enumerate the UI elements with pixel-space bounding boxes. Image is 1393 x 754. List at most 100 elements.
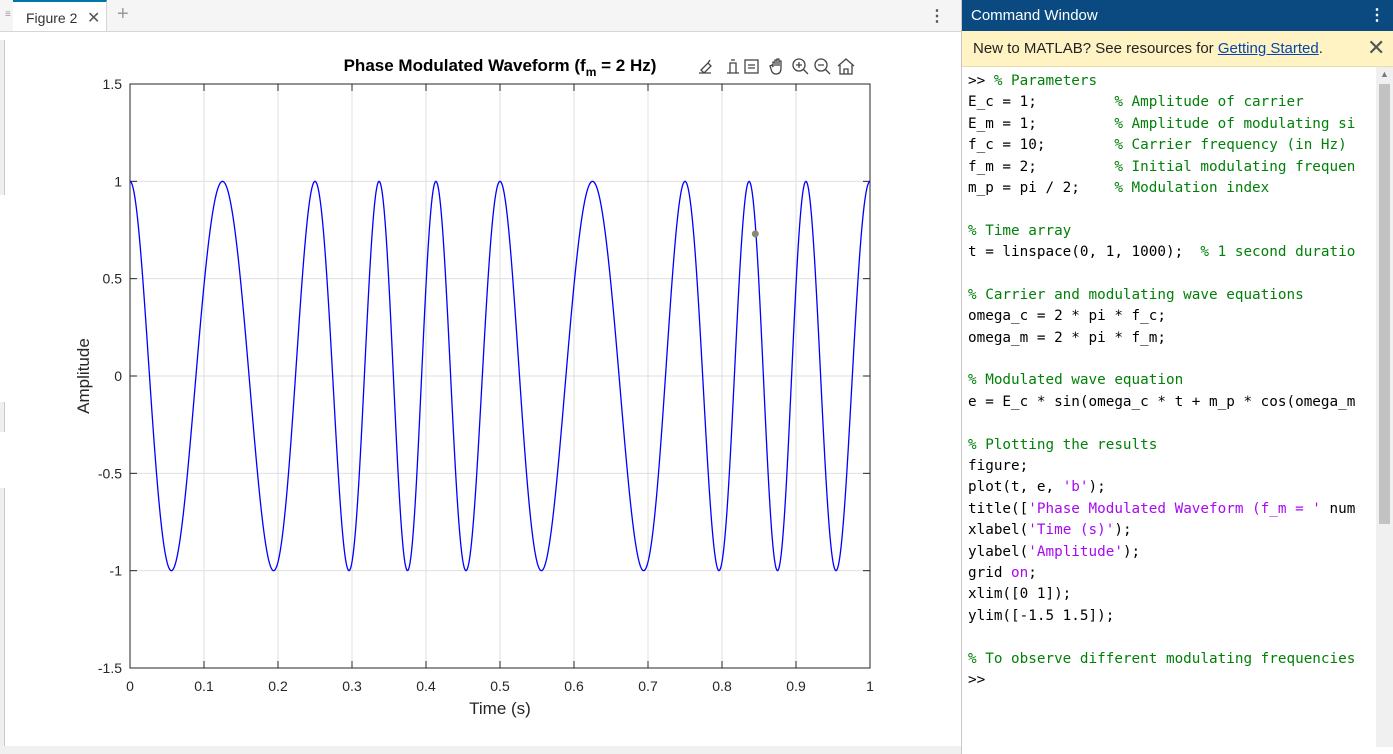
brush-icon[interactable]	[699, 59, 712, 74]
vertical-scrollbar[interactable]: ▲	[1376, 67, 1393, 747]
code-text: ylabel(	[968, 543, 1029, 560]
y-tick-label: -1.5	[98, 660, 122, 676]
code-comment: % Parameters	[993, 73, 1098, 89]
panel-menu-icon[interactable]: ⋮	[1369, 5, 1385, 25]
code-text: xlim([0 1]);	[968, 586, 1072, 603]
code-text: E_c = 1;	[968, 94, 1115, 111]
x-tick-label: 0.7	[638, 678, 658, 694]
code-comment: % Amplitude of modulating si	[1114, 115, 1356, 132]
code-text: f_c = 10;	[968, 137, 1115, 154]
command-line: f_m = 2; % Initial modulating frequen	[968, 157, 1376, 178]
figure-tab-bar: ≡ Figure 2 ✕ + ⋮	[0, 0, 961, 32]
data-tips-icon[interactable]	[727, 59, 739, 74]
command-line: omega_c = 2 * pi * f_c;	[968, 306, 1376, 327]
axes-toolbar	[699, 58, 855, 75]
code-text: figure;	[968, 458, 1029, 475]
x-axis-label: Time (s)	[469, 699, 531, 718]
code-text: xlabel(	[968, 522, 1029, 539]
code-text: );	[1122, 543, 1141, 560]
command-window-header: Command Window ⋮	[962, 0, 1393, 31]
home-icon[interactable]	[837, 58, 855, 75]
y-axis-label: Amplitude	[74, 338, 93, 414]
code-text: omega_m = 2 * pi * f_m;	[968, 329, 1166, 346]
command-line: t = linspace(0, 1, 1000); % 1 second dur…	[968, 242, 1376, 263]
tab-label: Figure 2	[26, 10, 78, 26]
code-text: plot(t, e,	[968, 479, 1063, 496]
x-tick-label: 0.8	[712, 678, 732, 694]
code-text: m_p = pi / 2;	[968, 179, 1115, 196]
figure-axes-area[interactable]: 0 0.1 0.2 0.3 0.4 0.5 0.6 0.7 0.8 0.9 1 -1.5 -1 -0.5…	[0, 32, 961, 746]
close-icon[interactable]: ✕	[1367, 35, 1385, 61]
command-line: plot(t, e, 'b');	[968, 477, 1376, 498]
figure-status-bar	[0, 746, 961, 754]
command-line: title(['Phase Modulated Waveform (f_m = …	[968, 499, 1376, 520]
command-output[interactable]: >> % Parameters E_c = 1; % Amplitude of c…	[968, 71, 1376, 741]
x-tick-label: 0.9	[786, 678, 806, 694]
add-tab-button[interactable]: +	[117, 3, 129, 26]
code-text: omega_c = 2 * pi * f_c;	[968, 308, 1166, 325]
code-text: E_m = 1;	[968, 115, 1115, 132]
x-tick-label: 0.3	[342, 678, 362, 694]
x-tick-label: 1	[866, 678, 874, 694]
code-comment: % Modulated wave equation	[968, 372, 1184, 389]
x-tick-label: 0.1	[194, 678, 214, 694]
code-text: f_m = 2;	[968, 158, 1115, 175]
command-line: % Plotting the results	[968, 435, 1376, 456]
command-line: E_c = 1; % Amplitude of carrier	[968, 92, 1376, 113]
command-line: grid on;	[968, 563, 1376, 584]
tab-figure-2[interactable]: Figure 2 ✕	[13, 0, 107, 31]
command-line: % Modulated wave equation	[968, 370, 1376, 391]
code-text: t = linspace(0, 1, 1000);	[968, 244, 1201, 261]
drag-grip-icon[interactable]: ≡	[5, 9, 13, 21]
code-string: on	[1011, 564, 1029, 581]
code-text: );	[1114, 522, 1132, 539]
code-text: >>	[968, 671, 994, 688]
banner-period: .	[1318, 40, 1323, 57]
command-line: >>	[968, 670, 1376, 691]
zoom-in-icon[interactable]	[792, 58, 809, 75]
code-text: num	[1320, 500, 1356, 517]
y-tick-label: 1.5	[103, 76, 123, 92]
command-line: % Time array	[968, 221, 1376, 242]
code-comment: % Carrier frequency (in Hz)	[1114, 137, 1347, 154]
command-line: m_p = pi / 2; % Modulation index	[968, 178, 1376, 199]
code-comment: % Initial modulating frequen	[1114, 158, 1356, 175]
x-tick-label: 0.6	[564, 678, 584, 694]
code-text: ;	[1028, 564, 1037, 581]
code-text: title([	[968, 500, 1029, 517]
command-line: f_c = 10; % Carrier frequency (in Hz)	[968, 135, 1376, 156]
x-tick-labels: 0 0.1 0.2 0.3 0.4 0.5 0.6 0.7 0.8 0.9 1	[126, 678, 874, 694]
command-line: ylim([-1.5 1.5]);	[968, 606, 1376, 627]
code-string: 'Phase Modulated Waveform (f_m = '	[1028, 500, 1321, 517]
banner-text: New to MATLAB? See resources for Getting…	[973, 40, 1323, 57]
command-line: E_m = 1; % Amplitude of modulating si	[968, 114, 1376, 135]
banner-message: New to MATLAB? See resources for	[973, 40, 1218, 57]
code-comment: % Carrier and modulating wave equations	[968, 286, 1304, 303]
getting-started-link[interactable]: Getting Started	[1218, 40, 1319, 57]
command-line: ylabel('Amplitude');	[968, 542, 1376, 563]
scrollbar-thumb[interactable]	[1379, 84, 1390, 524]
command-line	[968, 199, 1376, 220]
command-line: xlim([0 1]);	[968, 584, 1376, 605]
code-comment: % Time array	[968, 222, 1072, 239]
command-window-panel: Command Window ⋮ New to MATLAB? See reso…	[962, 0, 1393, 754]
code-comment: % Modulation index	[1114, 179, 1270, 196]
zoom-out-icon[interactable]	[814, 58, 831, 75]
export-icon[interactable]	[744, 59, 759, 74]
scroll-up-icon[interactable]: ▲	[1376, 69, 1393, 83]
code-text: );	[1088, 479, 1106, 496]
x-tick-label: 0.5	[490, 678, 510, 694]
code-text: e = E_c * sin(omega_c * t + m_p * cos(om…	[968, 393, 1356, 410]
x-tick-label: 0	[126, 678, 134, 694]
x-tick-label: 0.2	[268, 678, 288, 694]
command-line	[968, 264, 1376, 285]
command-line: figure;	[968, 456, 1376, 477]
figure-menu-icon[interactable]: ⋮	[929, 6, 945, 26]
pan-icon[interactable]	[769, 58, 782, 75]
x-tick-label: 0.4	[416, 678, 436, 694]
plot-title: Phase Modulated Waveform (fm = 2 Hz)	[344, 56, 657, 79]
y-tick-labels: -1.5 -1 -0.5 0 0.5 1 1.5	[98, 76, 122, 676]
command-line	[968, 627, 1376, 648]
close-icon[interactable]: ✕	[87, 8, 100, 28]
title-main: Phase Modulated Waveform (f	[344, 56, 586, 75]
